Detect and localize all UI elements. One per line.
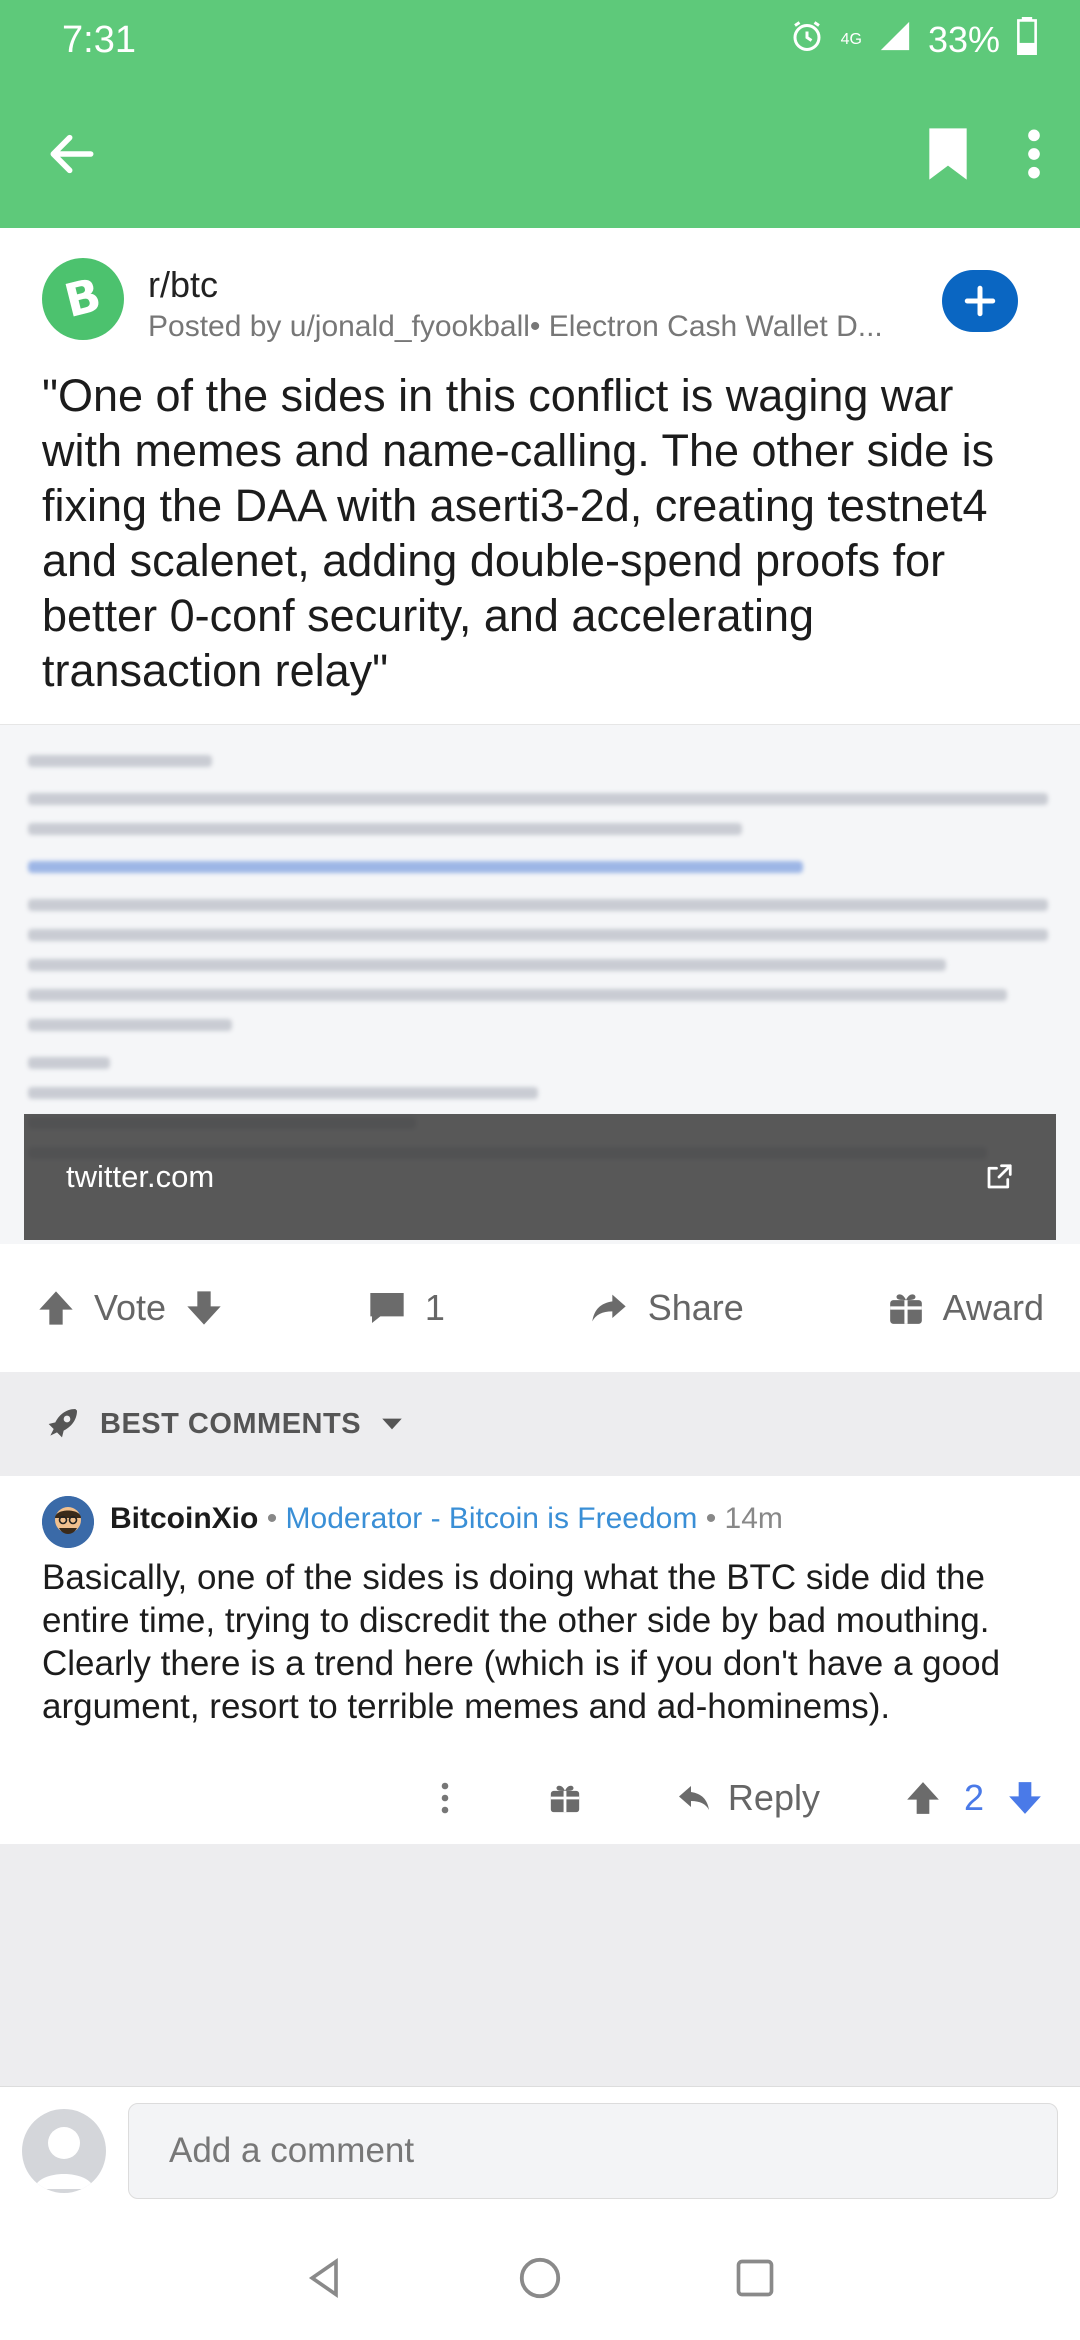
- reply-label: Reply: [727, 1777, 820, 1818]
- system-nav-bar: [0, 2216, 1080, 2340]
- sort-label: BEST COMMENTS: [100, 1407, 362, 1440]
- share-button[interactable]: Share: [588, 1287, 744, 1329]
- battery-icon: [1016, 16, 1038, 64]
- svg-text:B: B: [59, 274, 106, 324]
- subreddit-name[interactable]: r/btc: [148, 264, 218, 306]
- more-options-button[interactable]: [1014, 126, 1054, 182]
- more-vertical-icon: [1028, 129, 1040, 179]
- post-actions: Vote 1 Share Award: [0, 1244, 1080, 1372]
- comment-score: 2: [963, 1777, 984, 1818]
- comment-author[interactable]: BitcoinXio: [110, 1502, 258, 1535]
- nav-back-icon[interactable]: [303, 2256, 347, 2300]
- back-arrow-icon: [50, 134, 94, 174]
- comment-composer: Add a comment: [0, 2086, 1080, 2216]
- back-button[interactable]: [44, 126, 100, 182]
- posted-by[interactable]: Posted by u/jonald_fyookball• Electron C…: [148, 310, 928, 344]
- rocket-icon: [48, 1409, 77, 1438]
- vote-control: Vote: [36, 1287, 224, 1329]
- nav-home-icon[interactable]: [517, 2255, 563, 2301]
- status-icons: 4G 33%: [789, 16, 1038, 64]
- empty-area: [0, 1844, 1080, 2086]
- comment-time: 14m: [724, 1502, 783, 1535]
- bitcoin-cash-icon: B: [59, 274, 106, 324]
- gift-icon: [889, 1294, 922, 1324]
- author-flair: Moderator - Bitcoin is Freedom: [285, 1502, 698, 1535]
- upvote-icon[interactable]: [36, 1288, 76, 1328]
- link-domain-bar[interactable]: twitter.com: [24, 1114, 1056, 1240]
- award-label: Award: [942, 1287, 1044, 1328]
- join-subreddit-button[interactable]: [942, 270, 1018, 332]
- downvote-icon[interactable]: [184, 1288, 224, 1328]
- share-label: Share: [647, 1287, 744, 1328]
- comments-button[interactable]: 1: [367, 1287, 445, 1329]
- more-vertical-icon: [441, 1782, 449, 1814]
- signal-icon: [878, 19, 912, 62]
- add-comment-input[interactable]: Add a comment: [128, 2103, 1058, 2199]
- comment-vote-control: 2: [904, 1777, 1044, 1819]
- vote-label: Vote: [94, 1287, 167, 1328]
- status-time: 7:31: [62, 18, 136, 61]
- gift-icon: [550, 1785, 580, 1813]
- comment-more-button[interactable]: [438, 1780, 452, 1816]
- plus-icon: [964, 285, 996, 317]
- comment-award-button[interactable]: [548, 1781, 582, 1815]
- subreddit-avatar[interactable]: B: [42, 258, 124, 340]
- commenter-avatar[interactable]: [42, 1496, 94, 1548]
- user-avatar[interactable]: [22, 2109, 106, 2193]
- comment-body: Basically, one of the sides is doing wha…: [42, 1558, 1001, 1726]
- downvote-icon[interactable]: [1006, 1779, 1044, 1817]
- award-button[interactable]: Award: [887, 1287, 1044, 1329]
- reply-icon: [678, 1786, 709, 1810]
- top-toolbar: [0, 80, 1080, 228]
- post-header: B r/btc Posted by u/jonald_fyookball• El…: [0, 228, 1080, 360]
- share-icon: [592, 1294, 626, 1322]
- comment-item: BitcoinXio • Moderator - Bitcoin is Free…: [0, 1476, 1080, 1844]
- alarm-icon: [789, 18, 825, 63]
- comment-icon: [370, 1293, 404, 1323]
- link-domain: twitter.com: [66, 1159, 215, 1194]
- bookmark-icon: [929, 128, 967, 180]
- comment-actions: Reply 2: [0, 1766, 1080, 1830]
- comment-sort-bar[interactable]: BEST COMMENTS: [0, 1372, 1080, 1476]
- post-title: "One of the sides in this conflict is wa…: [42, 370, 995, 696]
- external-link-icon: [987, 1164, 1012, 1189]
- comment-meta: BitcoinXio • Moderator - Bitcoin is Free…: [110, 1502, 783, 1535]
- bookmark-button[interactable]: [922, 126, 974, 182]
- upvote-icon[interactable]: [904, 1779, 942, 1817]
- comment-count: 1: [424, 1287, 445, 1328]
- network-label: 4G: [840, 31, 862, 48]
- chevron-down-icon: [382, 1418, 402, 1430]
- battery-percent: 33%: [927, 19, 1000, 60]
- nav-recents-icon[interactable]: [733, 2256, 777, 2300]
- status-bar: 7:31 4G 33%: [0, 0, 1080, 80]
- reply-button[interactable]: Reply: [674, 1777, 820, 1819]
